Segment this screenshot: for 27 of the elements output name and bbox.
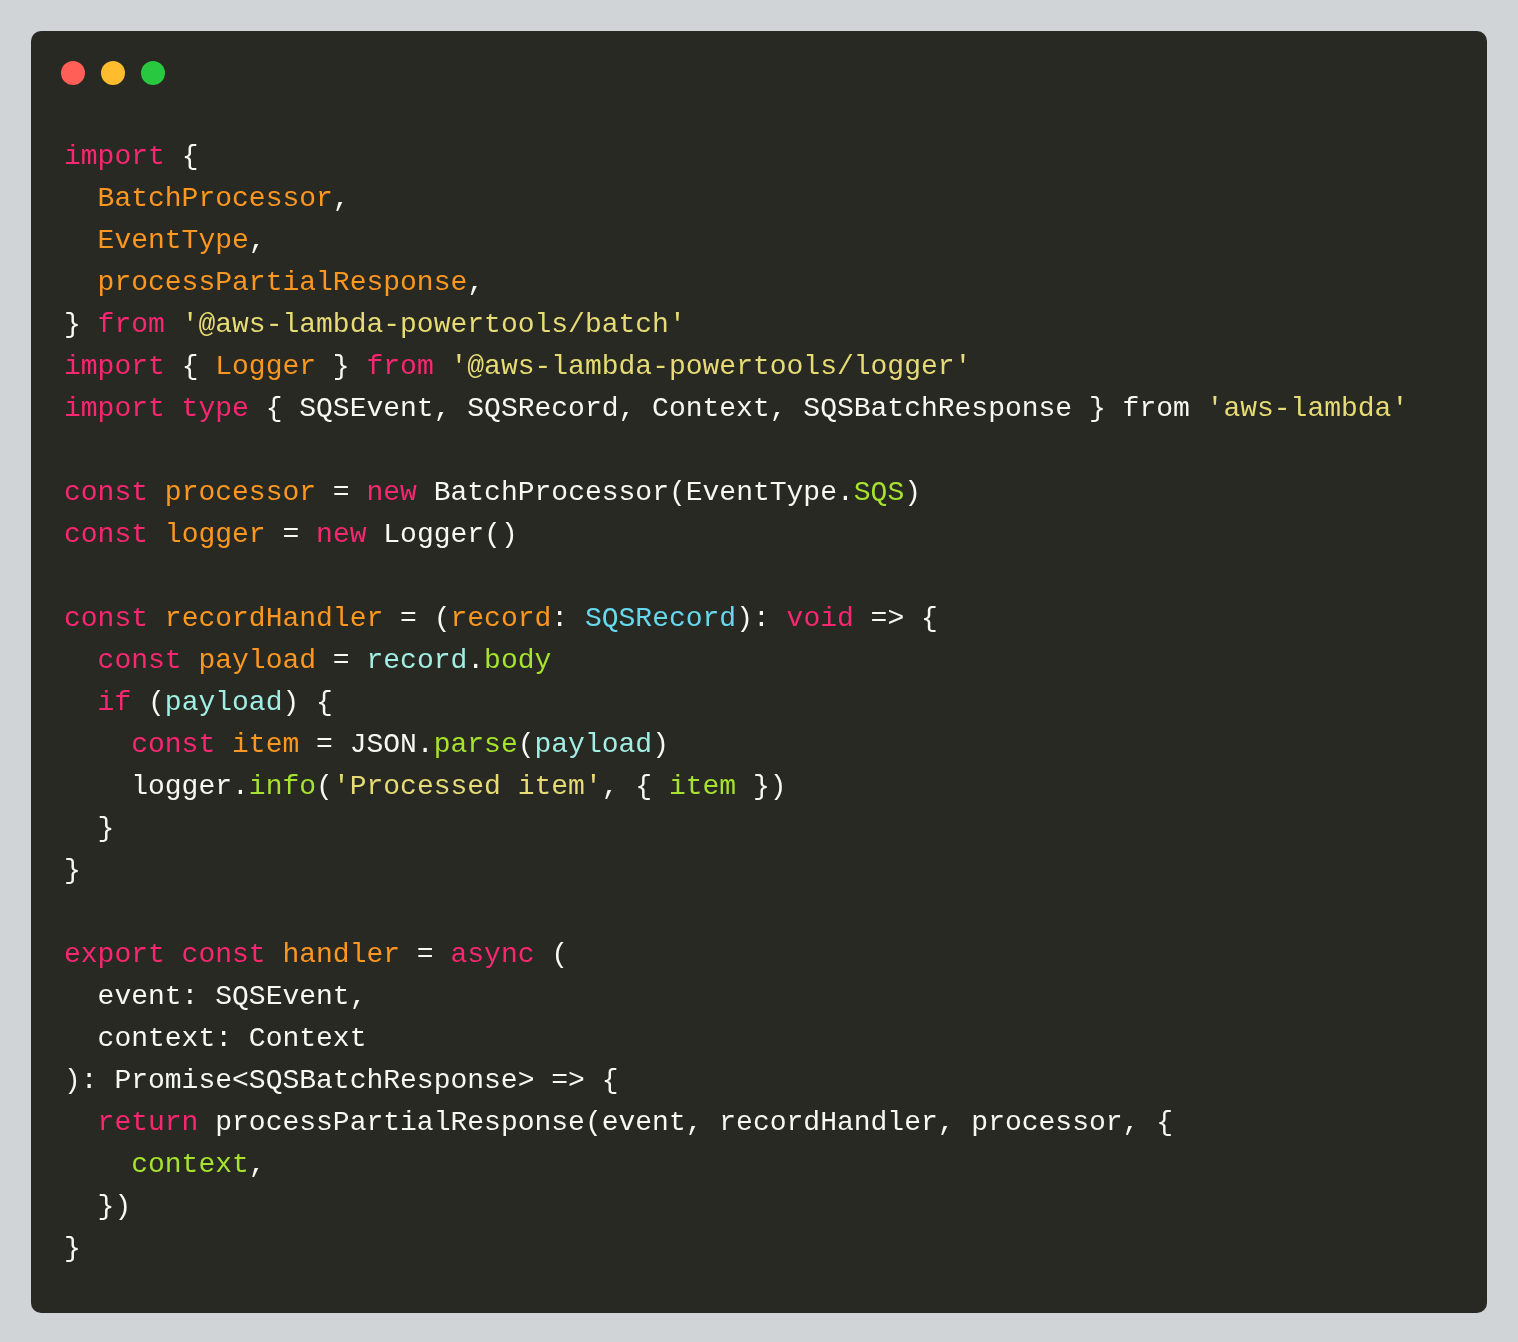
code-line: import { Logger } from '@aws-lambda-powertools/logger' xyxy=(64,350,972,384)
code-line: const logger = new Logger() xyxy=(64,518,518,552)
code-line: const processor = new BatchProcessor(EventType.SQS) xyxy=(64,476,921,510)
code-line: return processPartialResponse(event, recordHandler, processor, { xyxy=(96,1106,1173,1140)
code-line: EventType, xyxy=(96,224,266,258)
window-close-icon[interactable] xyxy=(61,61,85,85)
code-line: const payload = record.body xyxy=(96,644,552,678)
code-line: } from '@aws-lambda-powertools/batch' xyxy=(64,308,686,342)
code-line: } xyxy=(64,1232,81,1266)
code-line: context, xyxy=(130,1148,266,1182)
window-maximize-icon[interactable] xyxy=(141,61,165,85)
code-line: event: SQSEvent, xyxy=(96,980,367,1014)
code-line: }) xyxy=(96,1190,132,1224)
code-line: import type { SQSEvent, SQSRecord, Context, SQSBatchResponse } from 'aws-lambda' xyxy=(64,392,1409,426)
code-line: processPartialResponse, xyxy=(96,266,485,300)
code-line: export const handler = async ( xyxy=(64,938,569,972)
code-line: import { xyxy=(64,140,199,174)
code-line: if (payload) { xyxy=(96,686,333,720)
code-line: const recordHandler = (record: SQSRecord): void => { xyxy=(64,602,938,636)
window-minimize-icon[interactable] xyxy=(101,61,125,85)
code-line: ): Promise<SQSBatchResponse> => { xyxy=(64,1064,619,1098)
code-line: logger.info('Processed item', { item }) xyxy=(130,770,787,804)
code-line: context: Context xyxy=(96,1022,367,1056)
code-line: } xyxy=(64,854,81,888)
code-line: const item = JSON.parse(payload) xyxy=(130,728,669,762)
code-line: } xyxy=(96,812,115,846)
code-line: BatchProcessor, xyxy=(96,182,350,216)
